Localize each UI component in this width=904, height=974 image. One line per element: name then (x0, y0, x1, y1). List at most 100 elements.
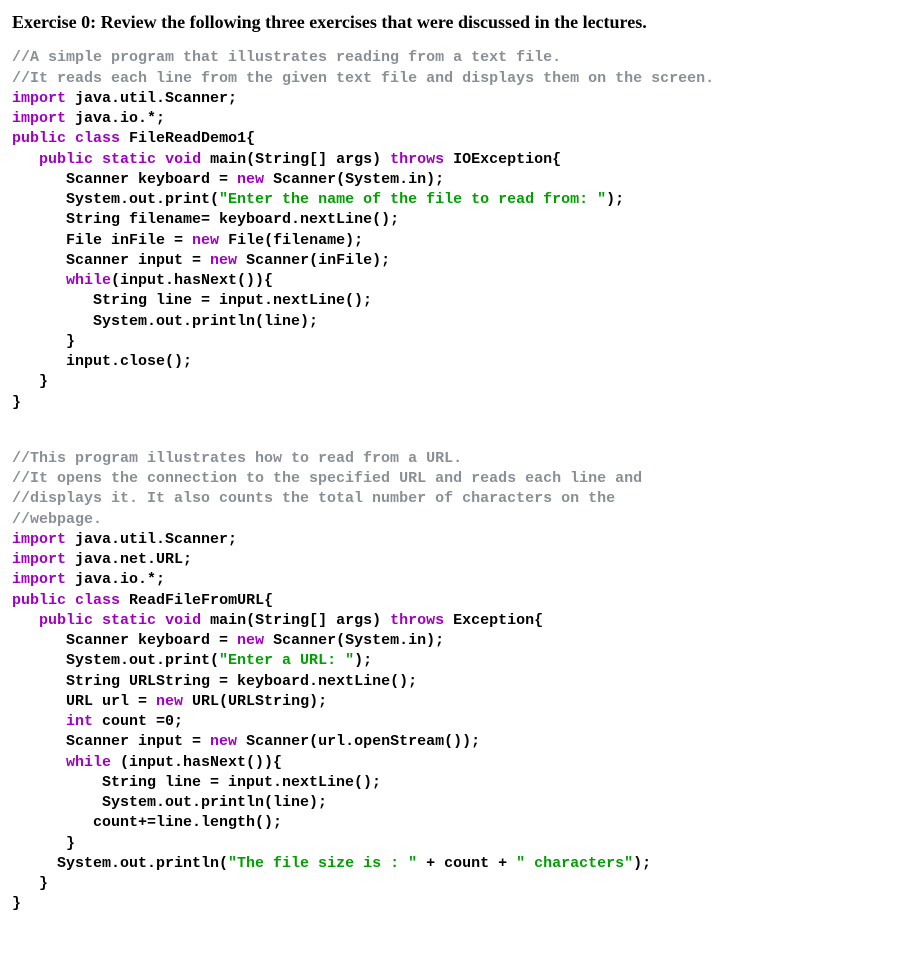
code: public (12, 130, 66, 147)
code: main(String[] args) (201, 151, 390, 168)
code: new (237, 632, 264, 649)
code (12, 313, 93, 330)
code (12, 171, 66, 188)
code: File inFile = (66, 232, 192, 249)
code: + count + (417, 855, 516, 872)
code (12, 333, 66, 350)
code (12, 875, 39, 892)
code: ); (633, 855, 651, 872)
code: URL url = (66, 693, 156, 710)
comment-line: //It opens the connection to the specifi… (12, 470, 642, 487)
code: Scanner(System.in); (264, 171, 444, 188)
code: import (12, 110, 66, 127)
code: java.net.URL; (66, 551, 192, 568)
code: new (210, 733, 237, 750)
code: File(filename); (219, 232, 363, 249)
code: Scanner input = (66, 733, 210, 750)
code (12, 814, 93, 831)
code: "Enter the name of the file to read from… (219, 191, 606, 208)
code: "Enter a URL: " (219, 652, 354, 669)
comment-line: //displays it. It also counts the total … (12, 490, 615, 507)
code: String line = input.nextLine(); (93, 292, 372, 309)
code: new (237, 171, 264, 188)
code: throws (390, 612, 444, 629)
code: (input.hasNext()){ (111, 754, 282, 771)
code: URL(URLString); (183, 693, 327, 710)
comment-line: //This program illustrates how to read f… (12, 450, 462, 467)
code: } (12, 394, 21, 411)
code: FileReadDemo1{ (120, 130, 255, 147)
code: new (210, 252, 237, 269)
code: } (66, 835, 75, 852)
code: } (66, 333, 75, 350)
code: count+=line.length(); (93, 814, 282, 831)
code (12, 835, 66, 852)
code: public (39, 612, 93, 629)
code: import (12, 531, 66, 548)
code: String filename= keyboard.nextLine(); (66, 211, 399, 228)
code: " characters" (516, 855, 633, 872)
code-block-2: //This program illustrates how to read f… (12, 449, 892, 915)
code: class (75, 130, 120, 147)
code: public (12, 592, 66, 609)
code: void (165, 612, 201, 629)
code: IOException{ (444, 151, 561, 168)
code: new (192, 232, 219, 249)
code: "The file size is : " (228, 855, 417, 872)
code (12, 713, 66, 730)
comment-line: //It reads each line from the given text… (12, 70, 714, 87)
code (12, 632, 66, 649)
code: public (39, 151, 93, 168)
code: java.io.*; (66, 571, 165, 588)
code: Exception{ (444, 612, 543, 629)
code: while (66, 272, 111, 289)
code: throws (390, 151, 444, 168)
code: new (156, 693, 183, 710)
code: java.util.Scanner; (66, 90, 237, 107)
code: System.out.println(line); (102, 794, 327, 811)
code: void (165, 151, 201, 168)
code: System.out.println( (57, 855, 228, 872)
code: Scanner keyboard = (66, 632, 237, 649)
code: (input.hasNext()){ (111, 272, 273, 289)
comment-line: //A simple program that illustrates read… (12, 49, 561, 66)
code: main(String[] args) (201, 612, 390, 629)
code: ); (606, 191, 624, 208)
code (12, 733, 66, 750)
code: import (12, 551, 66, 568)
code: Scanner input = (66, 252, 210, 269)
code-block-1: //A simple program that illustrates read… (12, 48, 892, 413)
code: java.util.Scanner; (66, 531, 237, 548)
code: input.close(); (66, 353, 192, 370)
code: Scanner(inFile); (237, 252, 390, 269)
code: import (12, 90, 66, 107)
code (12, 754, 66, 771)
code (12, 191, 66, 208)
code: System.out.print( (66, 652, 219, 669)
code: Scanner(url.openStream()); (237, 733, 480, 750)
code (12, 272, 66, 289)
code: } (39, 875, 48, 892)
code (12, 794, 102, 811)
code: System.out.println(line); (93, 313, 318, 330)
code: } (39, 373, 48, 390)
code: while (66, 754, 111, 771)
code (12, 232, 66, 249)
code (12, 652, 66, 669)
code: } (12, 895, 21, 912)
code: static (102, 612, 156, 629)
code (12, 673, 66, 690)
code: ReadFileFromURL{ (120, 592, 273, 609)
code: System.out.print( (66, 191, 219, 208)
code: ); (354, 652, 372, 669)
code: int (66, 713, 93, 730)
code (12, 151, 39, 168)
comment-line: //webpage. (12, 511, 102, 528)
code: String line = input.nextLine(); (102, 774, 381, 791)
code (12, 252, 66, 269)
code (12, 693, 66, 710)
code: Scanner keyboard = (66, 171, 237, 188)
code (12, 373, 39, 390)
code: java.io.*; (66, 110, 165, 127)
code (12, 855, 57, 872)
